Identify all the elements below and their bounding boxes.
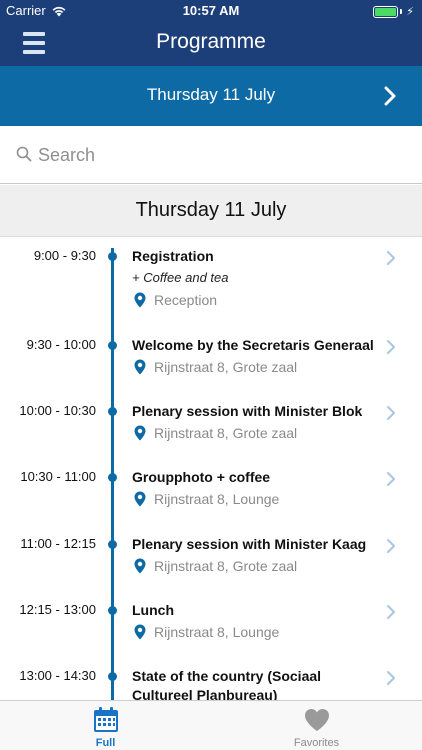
location-pin-icon [134, 624, 146, 640]
session-location: Rijnstraat 8, Grote zaal [134, 425, 297, 441]
search-bar [0, 126, 422, 184]
tab-favorites-label: Favorites [293, 737, 340, 749]
session-title: Lunch [132, 602, 174, 618]
timeline-dot [108, 341, 117, 350]
timeline-dot [108, 606, 117, 615]
heart-icon [304, 709, 329, 731]
top-bar: Carrier 10:57 AM ⚡ Programme [0, 0, 422, 66]
chevron-right-icon[interactable] [386, 405, 396, 421]
location-name: Rijnstraat 8, Lounge [154, 491, 280, 507]
session-title: Groupphoto + coffee [132, 469, 271, 485]
battery-indicator: ⚡ [373, 5, 414, 18]
session-location: Rijnstraat 8, Lounge [134, 624, 279, 640]
session-time: 9:30 - 10:00 [26, 337, 96, 352]
session-item[interactable]: 11:00 - 12:15 Plenary session with Minis… [0, 526, 422, 592]
session-item[interactable]: 12:15 - 13:00 Lunch Rijnstraat 8, Lounge [0, 592, 422, 658]
session-location: Reception [134, 292, 217, 308]
calendar-icon [93, 707, 118, 732]
chevron-right-icon[interactable] [386, 471, 396, 487]
session-item[interactable]: 9:30 - 10:00 Welcome by the Secretaris G… [0, 327, 422, 393]
tab-bar: Full Favorites [0, 700, 422, 750]
session-title: Plenary session with Minister Kaag [132, 536, 367, 552]
location-pin-icon [134, 359, 146, 375]
timeline-dot [108, 672, 117, 681]
chevron-right-icon[interactable] [386, 339, 396, 355]
location-name: Rijnstraat 8, Grote zaal [154, 425, 298, 441]
page-title: Programme [156, 30, 266, 53]
search-icon [16, 146, 32, 162]
chevron-right-icon[interactable] [386, 670, 396, 686]
chevron-right-icon[interactable] [386, 250, 396, 266]
status-bar: Carrier 10:57 AM ⚡ [0, 0, 422, 22]
location-name: Rijnstraat 8, Grote zaal [154, 359, 298, 375]
chevron-right-icon[interactable] [386, 604, 396, 620]
session-location: Rijnstraat 8, Lounge [134, 491, 279, 507]
session-item[interactable]: 9:00 - 9:30 Registration + Coffee and te… [0, 238, 422, 326]
programme-list[interactable]: 9:00 - 9:30 Registration + Coffee and te… [0, 238, 422, 700]
session-location: Rijnstraat 8, Grote zaal [134, 359, 297, 375]
timeline-dot [108, 252, 117, 261]
timeline-dot [108, 407, 117, 416]
location-pin-icon [134, 491, 146, 507]
location-name: Rijnstraat 8, Grote zaal [154, 558, 298, 574]
location-pin-icon [134, 425, 146, 441]
session-time: 12:15 - 13:00 [19, 602, 96, 617]
session-title: State of the country (Sociaal Cultureel … [132, 668, 322, 700]
battery-icon [373, 5, 399, 18]
location-name: Reception [154, 292, 218, 308]
location-name: Rijnstraat 8, Lounge [154, 624, 280, 640]
date-selector[interactable]: Thursday 11 July [0, 66, 422, 126]
date-selector-label: Thursday 11 July [146, 85, 276, 104]
session-item[interactable]: 13:00 - 14:30 State of the country (Soci… [0, 658, 422, 700]
location-pin-icon [134, 558, 146, 574]
session-subtitle: + Coffee and tea [132, 270, 229, 285]
chevron-right-icon[interactable] [386, 538, 396, 554]
session-time: 9:00 - 9:30 [33, 248, 96, 263]
tab-full-label: Full [95, 737, 116, 749]
day-section-header: Thursday 11 July [0, 185, 422, 237]
session-item[interactable]: 10:30 - 11:00 Groupphoto + coffee Rijnst… [0, 459, 422, 525]
charging-icon: ⚡ [406, 6, 414, 18]
chevron-right-icon[interactable] [384, 86, 396, 106]
tab-favorites[interactable]: Favorites [211, 701, 422, 750]
session-time: 10:00 - 10:30 [19, 403, 96, 418]
session-item[interactable]: 10:00 - 10:30 Plenary session with Minis… [0, 393, 422, 459]
timeline-dot [108, 540, 117, 549]
session-time: 11:00 - 12:15 [20, 536, 96, 551]
session-location: Rijnstraat 8, Grote zaal [134, 558, 297, 574]
timeline-dot [108, 473, 117, 482]
tab-full[interactable]: Full [0, 701, 211, 750]
search-input[interactable] [38, 140, 398, 170]
session-title: Plenary session with Minister Blok [132, 403, 363, 419]
session-title: Welcome by the Secretaris Generaal [132, 337, 374, 353]
location-pin-icon [134, 292, 146, 308]
nav-bar: Programme [0, 22, 422, 66]
session-title: Registration [132, 248, 214, 264]
status-time: 10:57 AM [182, 3, 240, 18]
session-time: 10:30 - 11:00 [20, 469, 96, 484]
session-time: 13:00 - 14:30 [19, 668, 96, 683]
day-section-label: Thursday 11 July [135, 199, 287, 221]
